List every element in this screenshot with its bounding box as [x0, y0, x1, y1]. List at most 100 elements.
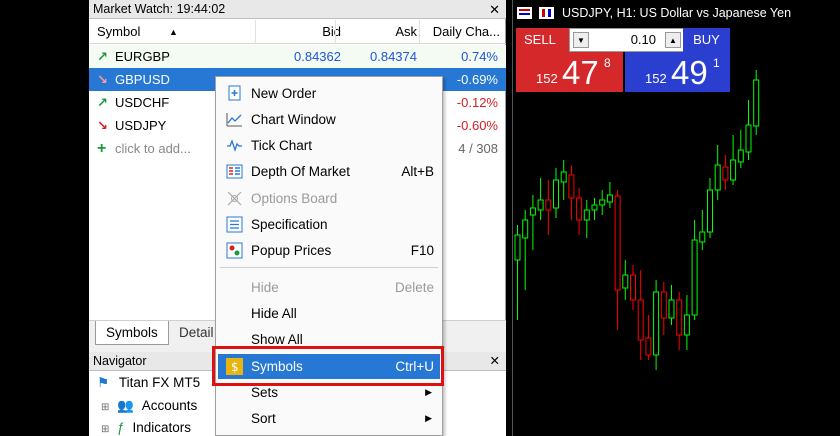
sell-button[interactable]: SELL: [516, 28, 571, 52]
symbol-name: USDJPY: [115, 118, 167, 133]
candle-body: [660, 291, 667, 319]
menu-item-sort[interactable]: Sort ▶: [218, 406, 440, 431]
candle-body: [606, 194, 613, 203]
symbol-count: 4 / 308: [458, 141, 498, 156]
market-watch-title: Market Watch: 19:44:02: [93, 2, 226, 16]
candle-body: [560, 171, 567, 183]
expand-icon: ⊞: [101, 424, 110, 435]
candle-body: [714, 164, 721, 191]
options-board-icon: [226, 190, 243, 207]
candle-body: [614, 195, 621, 291]
one-click-trading-icon[interactable]: [539, 7, 555, 19]
menu-item-label: New Order: [251, 86, 317, 101]
symbol-name: EURGBP: [115, 49, 170, 64]
candle-body: [707, 189, 713, 233]
indicators-icon: ƒ: [117, 420, 125, 435]
column-symbol[interactable]: Symbol: [97, 20, 140, 44]
candle-body: [522, 219, 529, 239]
chart-window-icon: [226, 111, 243, 128]
chevron-up-icon[interactable]: ▲: [665, 32, 681, 48]
tab-symbols[interactable]: Symbols: [95, 321, 169, 345]
candle-body: [753, 79, 760, 127]
market-watch-header: Symbol ▲ Bid Ask Daily Cha...: [89, 20, 506, 44]
close-icon[interactable]: ✕: [489, 0, 500, 19]
candle-body: [683, 314, 690, 336]
accounts-icon: 👥: [117, 398, 134, 413]
daily-change-value: -0.60%: [456, 118, 498, 133]
arrow-down-icon: ↘: [97, 72, 108, 87]
add-symbol-label: click to add...: [115, 141, 191, 156]
navigator-item-indicators[interactable]: ⊞ ƒ Indicators: [101, 418, 191, 436]
menu-item-hide[interactable]: Hide Delete: [218, 275, 440, 300]
new-order-icon: [226, 85, 243, 102]
buy-button[interactable]: BUY: [683, 28, 730, 52]
menu-item-chart-window[interactable]: Chart Window: [218, 107, 440, 132]
menu-item-depth-of-market[interactable]: Depth Of Market Alt+B: [218, 159, 440, 184]
table-row[interactable]: ↗ EURGBP 0.84362 0.84374 0.74%: [89, 45, 506, 68]
menu-item-options-board[interactable]: Options Board: [218, 186, 440, 211]
arrow-up-icon: ↗: [97, 49, 108, 64]
menu-item-label: Popup Prices: [251, 243, 332, 258]
candle-body: [537, 199, 544, 211]
arrow-down-icon: ↘: [97, 118, 108, 133]
candle-body: [730, 159, 737, 181]
candlestick-chart: [514, 70, 760, 370]
menu-item-shortcut: Delete: [394, 280, 434, 295]
chart-window[interactable]: USDJPY, H1: US Dollar vs Japanese Yen SE…: [512, 0, 791, 436]
menu-item-label: Chart Window: [251, 112, 336, 127]
volume-stepper[interactable]: ▼ 0.10 ▲: [569, 28, 685, 52]
menu-item-shortcut: F10: [410, 243, 434, 258]
menu-item-new-order[interactable]: New Order: [218, 81, 440, 106]
volume-value[interactable]: 0.10: [631, 29, 656, 51]
chart-title: USDJPY, H1: US Dollar vs Japanese Yen: [561, 6, 792, 20]
menu-item-tick-chart[interactable]: Tick Chart: [218, 133, 440, 158]
menu-item-label: Hide All: [251, 306, 297, 321]
menu-item-label: Specification: [251, 217, 328, 232]
market-watch-title-bar: Market Watch: 19:44:02 ✕: [89, 0, 506, 19]
daily-change-value: -0.12%: [456, 95, 498, 110]
menu-item-specification[interactable]: Specification: [218, 212, 440, 237]
highlight-annotation-box: [212, 346, 444, 386]
chart-menu-icon[interactable]: [517, 7, 532, 19]
sort-ascending-icon: ▲: [169, 27, 178, 37]
candle-body: [722, 166, 729, 181]
submenu-arrow-icon: ▶: [425, 413, 432, 423]
menu-item-shortcut: Alt+B: [401, 164, 434, 179]
candle-body: [699, 231, 706, 243]
candle-body: [529, 207, 536, 216]
column-bid[interactable]: Bid: [322, 20, 341, 44]
candle-body: [622, 274, 629, 289]
chevron-down-icon[interactable]: ▼: [573, 32, 589, 48]
candle-body: [676, 299, 683, 336]
candle-body: [691, 239, 698, 316]
menu-item-label: Hide: [251, 280, 279, 295]
depth-of-market-icon: [226, 163, 243, 180]
column-daily-change[interactable]: Daily Cha...: [433, 20, 500, 44]
plus-icon: +: [97, 140, 107, 157]
tick-chart-icon: [226, 137, 243, 154]
bid-value: 0.84362: [294, 49, 341, 64]
menu-item-popup-prices[interactable]: Popup Prices F10: [218, 238, 440, 263]
chart-title-bar: USDJPY, H1: US Dollar vs Japanese Yen: [517, 6, 791, 20]
candle-body: [737, 149, 744, 163]
daily-change-value: -0.69%: [456, 72, 498, 87]
candle-body: [568, 174, 575, 199]
navigator-root[interactable]: ⚑ Titan FX MT5: [97, 373, 200, 393]
daily-change-value: 0.74%: [461, 49, 498, 64]
popup-prices-icon: [226, 242, 243, 259]
menu-item-hide-all[interactable]: Hide All: [218, 301, 440, 326]
specification-icon: [226, 216, 243, 233]
navigator-item-accounts[interactable]: ⊞ 👥 Accounts: [101, 396, 197, 416]
candle-body: [599, 199, 606, 206]
expand-icon: ⊞: [101, 402, 110, 413]
column-ask[interactable]: Ask: [395, 20, 417, 44]
candle-body: [545, 199, 552, 211]
ask-value: 0.84374: [370, 49, 417, 64]
arrow-up-icon: ↗: [97, 95, 108, 110]
menu-item-label: Tick Chart: [251, 138, 313, 153]
menu-item-label: Options Board: [251, 191, 338, 206]
column-divider: [419, 20, 420, 44]
candle-body: [576, 197, 583, 221]
close-icon[interactable]: ✕: [490, 352, 500, 371]
candle-body: [637, 299, 644, 341]
